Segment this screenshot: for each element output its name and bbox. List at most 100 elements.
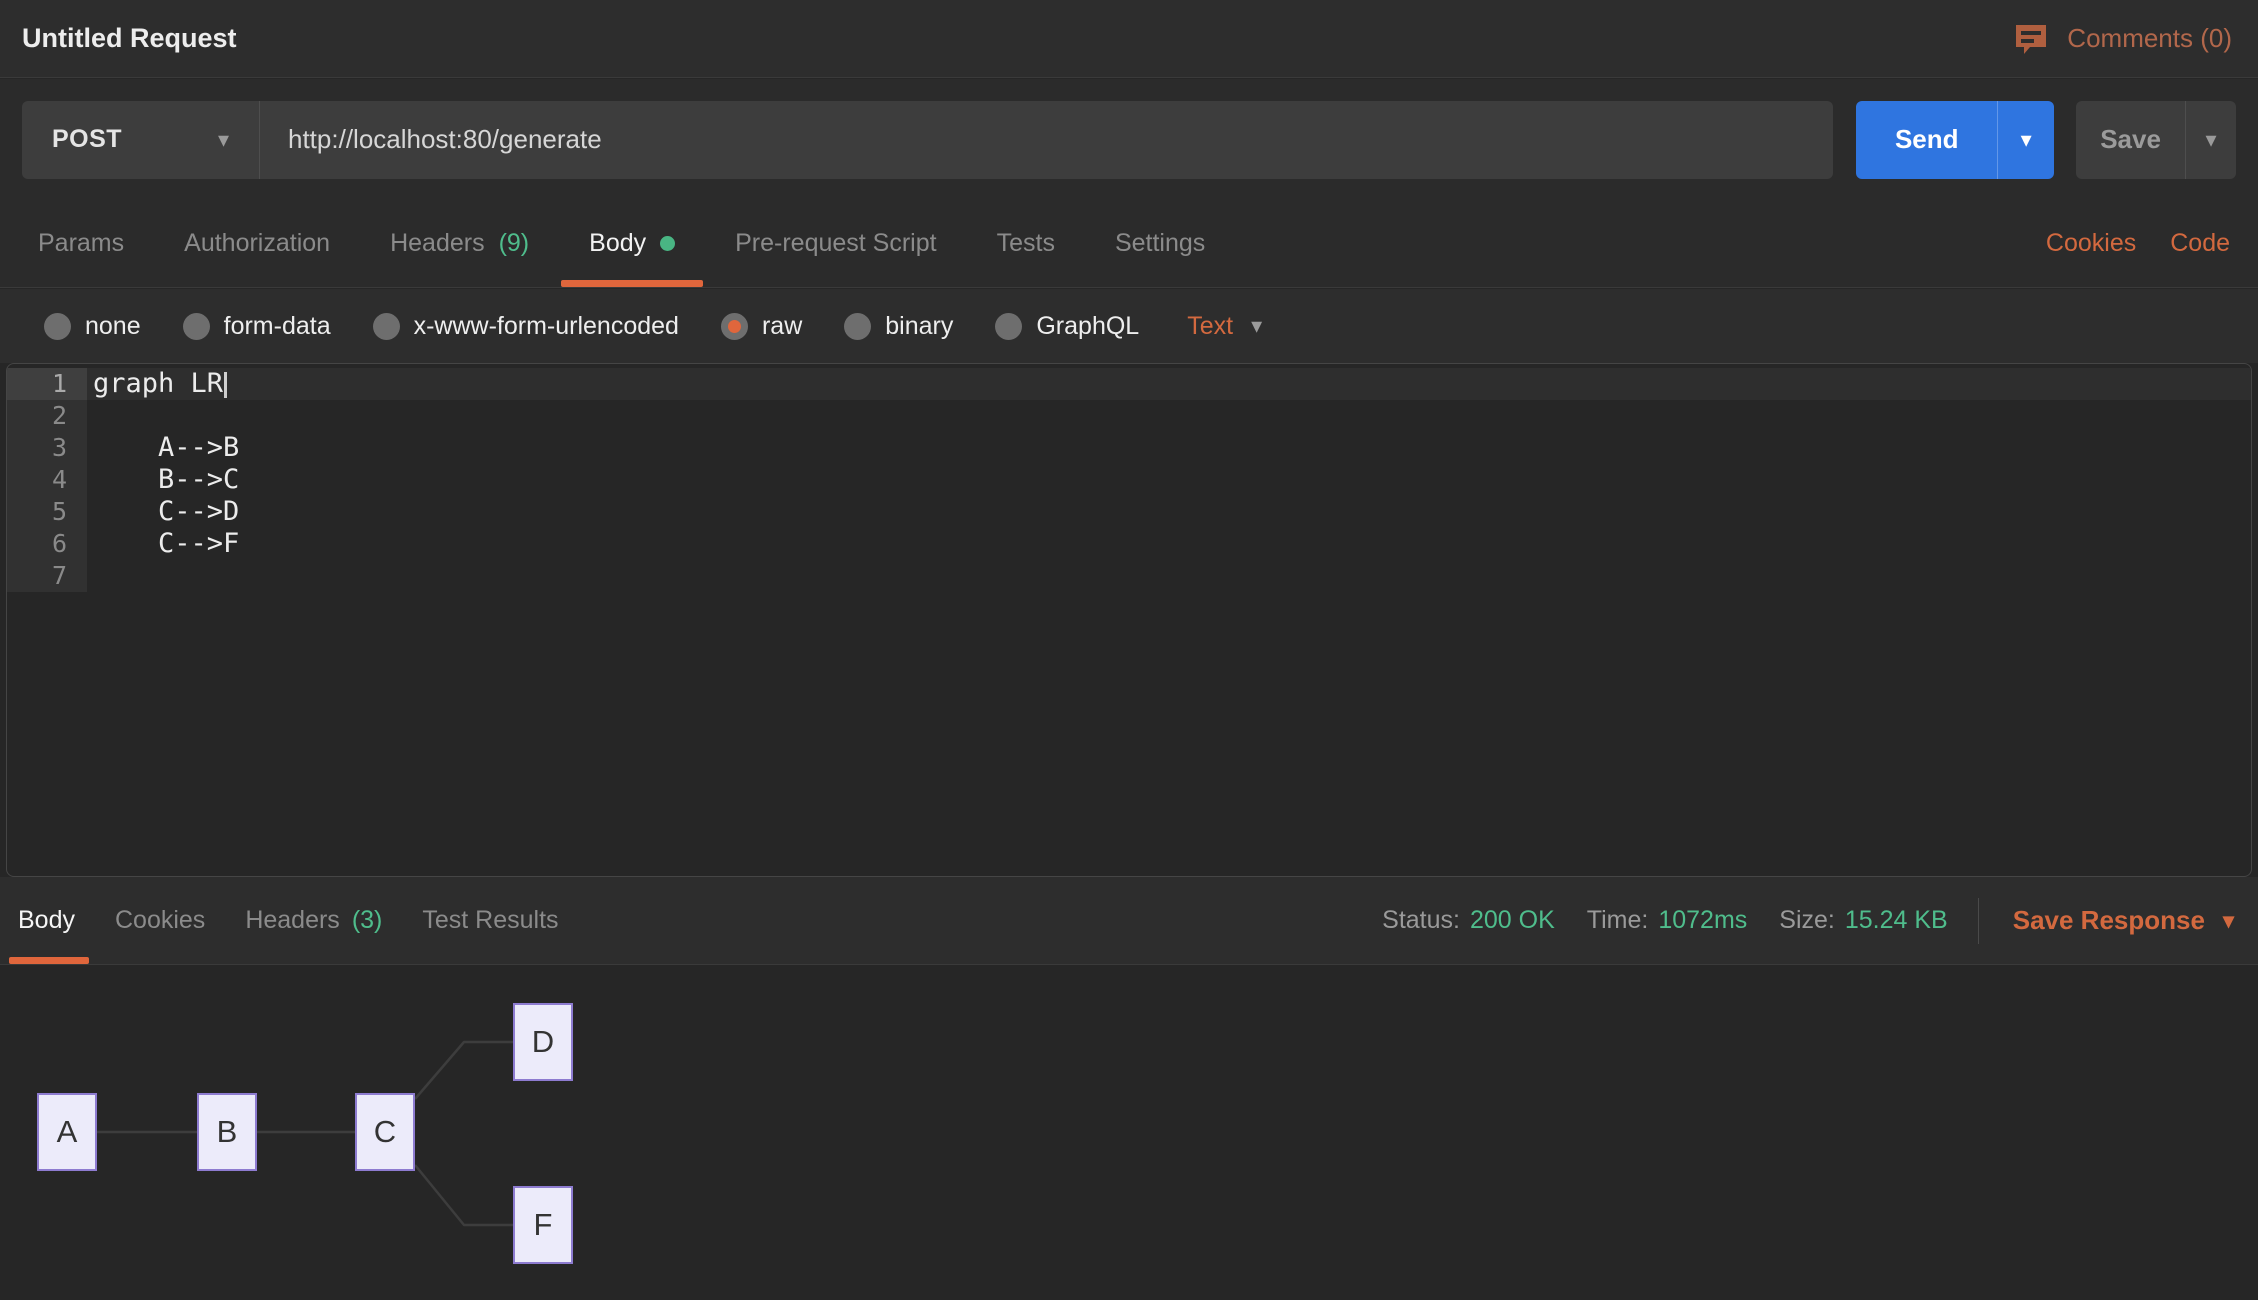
status-label: Status: bbox=[1382, 906, 1460, 935]
radio-binary[interactable]: binary bbox=[844, 312, 953, 341]
tab-headers[interactable]: Headers (9) bbox=[390, 200, 529, 287]
editor-line[interactable]: 1graph LR bbox=[7, 368, 2251, 400]
size-value: 15.24 KB bbox=[1845, 906, 1948, 935]
code-text: C-->F bbox=[87, 528, 2251, 560]
line-number: 1 bbox=[7, 368, 87, 400]
method-select[interactable]: POST ▾ bbox=[22, 101, 259, 179]
time-label: Time: bbox=[1587, 906, 1649, 935]
time-value: 1072ms bbox=[1658, 906, 1747, 935]
tab-tests[interactable]: Tests bbox=[997, 200, 1055, 287]
tab-count-badge: (3) bbox=[352, 906, 383, 935]
graph-node-A: A bbox=[37, 1093, 97, 1171]
line-number: 5 bbox=[7, 496, 87, 528]
response-tab-test-results[interactable]: Test Results bbox=[422, 877, 558, 964]
format-label: Text bbox=[1187, 312, 1233, 341]
line-number: 2 bbox=[7, 400, 87, 432]
send-button-group: Send ▾ bbox=[1856, 101, 2054, 179]
editor-line[interactable]: 5 C-->D bbox=[7, 496, 2251, 528]
tab-count-badge: (9) bbox=[499, 229, 530, 258]
text-cursor bbox=[224, 372, 227, 398]
tab-label: Body bbox=[589, 229, 646, 258]
radio-label: raw bbox=[762, 312, 802, 341]
radio-icon bbox=[995, 313, 1022, 340]
code-text: C-->D bbox=[87, 496, 2251, 528]
tab-label: Test Results bbox=[422, 906, 558, 935]
editor-line[interactable]: 3 A-->B bbox=[7, 432, 2251, 464]
title-bar: Untitled Request Comments (0) bbox=[0, 0, 2258, 78]
editor-line[interactable]: 2 bbox=[7, 400, 2251, 432]
tab-body[interactable]: Body bbox=[589, 200, 675, 287]
chevron-down-icon: ▾ bbox=[1251, 313, 1262, 339]
raw-format-select[interactable]: Text ▾ bbox=[1187, 312, 1262, 341]
request-body-editor[interactable]: 1graph LR23 A-->B4 B-->C5 C-->D6 C-->F7 bbox=[6, 363, 2252, 877]
response-status-bar: Status: 200 OK Time: 1072ms Size: 15.24 … bbox=[1350, 898, 2234, 944]
cookies-link[interactable]: Cookies bbox=[2046, 229, 2136, 258]
chevron-down-icon: ▾ bbox=[2205, 127, 2216, 153]
response-body-viewer[interactable]: ABCDF bbox=[0, 965, 2258, 1300]
size-badge: Size: 15.24 KB bbox=[1779, 906, 1947, 935]
editor-line[interactable]: 7 bbox=[7, 560, 2251, 592]
response-tab-body[interactable]: Body bbox=[18, 877, 75, 964]
radio-form-data[interactable]: form-data bbox=[183, 312, 331, 341]
status-divider bbox=[1978, 898, 1979, 944]
url-input[interactable]: http://localhost:80/generate bbox=[260, 101, 1833, 179]
response-tabs: Body Cookies Headers (3) Test Results bbox=[18, 877, 599, 964]
radio-none[interactable]: none bbox=[44, 312, 141, 341]
tab-label: Settings bbox=[1115, 229, 1205, 258]
save-response-label: Save Response bbox=[2013, 905, 2205, 936]
send-options-button[interactable]: ▾ bbox=[1998, 101, 2054, 179]
line-number: 3 bbox=[7, 432, 87, 464]
radio-label: binary bbox=[885, 312, 953, 341]
code-text bbox=[87, 400, 2251, 432]
tab-settings[interactable]: Settings bbox=[1115, 200, 1205, 287]
tab-label: Params bbox=[38, 229, 124, 258]
body-mode-options: none form-data x-www-form-urlencoded raw… bbox=[0, 289, 2258, 363]
radio-icon bbox=[373, 313, 400, 340]
body-filled-dot bbox=[660, 236, 675, 251]
chevron-down-icon: ▾ bbox=[2021, 127, 2032, 153]
code-text bbox=[87, 560, 2251, 592]
code-text: graph LR bbox=[87, 368, 2251, 400]
tab-params[interactable]: Params bbox=[38, 200, 124, 287]
radio-selected-icon bbox=[721, 313, 748, 340]
line-number: 6 bbox=[7, 528, 87, 560]
radio-label: GraphQL bbox=[1036, 312, 1139, 341]
graph-node-B: B bbox=[197, 1093, 257, 1171]
response-header: Body Cookies Headers (3) Test Results St… bbox=[0, 877, 2258, 965]
radio-label: x-www-form-urlencoded bbox=[414, 312, 679, 341]
radio-icon bbox=[44, 313, 71, 340]
chevron-down-icon: ▾ bbox=[2223, 908, 2234, 934]
code-text: A-->B bbox=[87, 432, 2251, 464]
graph-edges bbox=[0, 965, 2258, 1300]
response-tab-cookies[interactable]: Cookies bbox=[115, 877, 205, 964]
radio-raw[interactable]: raw bbox=[721, 312, 802, 341]
save-response-button[interactable]: Save Response ▾ bbox=[2013, 905, 2234, 936]
comments-button[interactable]: Comments (0) bbox=[2013, 22, 2236, 56]
save-options-button[interactable]: ▾ bbox=[2186, 101, 2236, 179]
tab-pre-request-script[interactable]: Pre-request Script bbox=[735, 200, 936, 287]
tab-label: Cookies bbox=[115, 906, 205, 935]
active-tab-indicator bbox=[561, 280, 703, 287]
save-button[interactable]: Save bbox=[2076, 101, 2186, 179]
radio-graphql[interactable]: GraphQL bbox=[995, 312, 1139, 341]
response-tab-headers[interactable]: Headers (3) bbox=[245, 877, 382, 964]
save-button-group: Save ▾ bbox=[2076, 101, 2236, 179]
send-button[interactable]: Send bbox=[1856, 101, 1998, 179]
method-label: POST bbox=[52, 125, 122, 154]
radio-label: form-data bbox=[224, 312, 331, 341]
graph-node-C: C bbox=[355, 1093, 415, 1171]
tab-authorization[interactable]: Authorization bbox=[184, 200, 330, 287]
editor-line[interactable]: 4 B-->C bbox=[7, 464, 2251, 496]
status-value: 200 OK bbox=[1470, 906, 1555, 935]
method-url-group: POST ▾ http://localhost:80/generate bbox=[22, 101, 1833, 179]
tab-label: Headers bbox=[245, 906, 340, 935]
editor-line[interactable]: 6 C-->F bbox=[7, 528, 2251, 560]
tab-label: Tests bbox=[997, 229, 1055, 258]
line-number: 7 bbox=[7, 560, 87, 592]
graph-edge-C-F bbox=[415, 1165, 513, 1225]
code-link[interactable]: Code bbox=[2170, 229, 2230, 258]
active-tab-indicator bbox=[9, 957, 89, 964]
chevron-down-icon: ▾ bbox=[218, 127, 229, 153]
radio-x-www-form-urlencoded[interactable]: x-www-form-urlencoded bbox=[373, 312, 679, 341]
graph-edge-C-D bbox=[415, 1042, 513, 1099]
